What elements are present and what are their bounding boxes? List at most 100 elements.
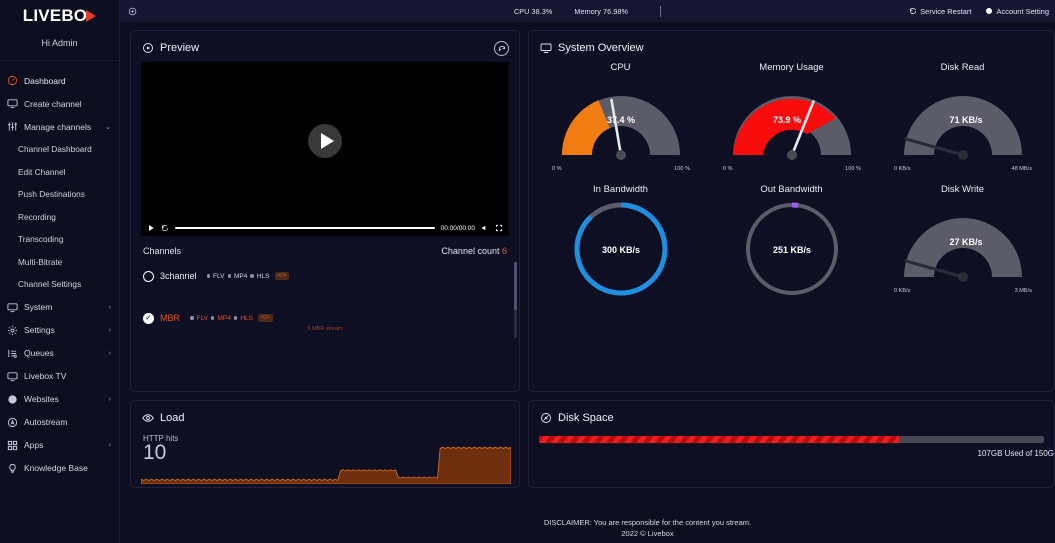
format-label: FLV [197, 315, 208, 322]
topbar-actions: Service Restart Account Setting [909, 7, 1049, 16]
sidebar-subitem-edit-channel[interactable]: Edit Channel [0, 161, 119, 184]
gauge-dial: 37.4 % 0 % 100 % [546, 75, 696, 180]
account-icon [985, 7, 993, 15]
sidebar-label: Dashboard [24, 76, 111, 86]
gauge-title: Disk Write [877, 184, 1048, 195]
gear-icon [6, 324, 19, 337]
channel-radio[interactable] [143, 271, 154, 282]
sidebar-label: Websites [24, 394, 109, 404]
cpu-stat: CPU 38.3% [514, 7, 552, 16]
gauge-dial: 27 KB/s 0 KB/s 3 MB/s [888, 197, 1038, 302]
sidebar-sublabel: Channel Dashboard [18, 144, 92, 154]
preview-header: Preview [131, 31, 519, 62]
sidebar-sublabel: Push Destinations [18, 189, 85, 199]
sidebar-subitem-multi-bitrate[interactable]: Multi-Bitrate [0, 251, 119, 274]
queue-icon [6, 347, 19, 360]
gauge-title: Memory Usage [706, 62, 877, 73]
gauge-value: 37.4 % [606, 115, 634, 125]
embed-code-button[interactable]: </> [258, 314, 273, 322]
chevron-right-icon: › [109, 396, 111, 403]
sidebar-item-system[interactable]: System › [0, 296, 119, 319]
preview-refresh-button[interactable] [494, 41, 509, 56]
autostream-icon [6, 416, 19, 429]
eye-icon [141, 411, 154, 424]
gauge-value: 251 KB/s [772, 245, 810, 255]
sidebar-subitem-push-destinations[interactable]: Push Destinations [0, 183, 119, 206]
sidebar-item-websites[interactable]: Websites › [0, 388, 119, 411]
brand-name: LIVEBO [23, 6, 88, 26]
channel-row[interactable]: 3channel FLV MP4 HLS </> [143, 264, 507, 288]
system-overview-panel: System Overview CPU 37.4 % 0 % [528, 30, 1055, 392]
chevron-right-icon: › [109, 350, 111, 357]
format-label: HLS [240, 315, 253, 322]
load-body: HTTP hits 10 [131, 432, 519, 484]
video-player[interactable] [141, 62, 509, 220]
sidebar-label: Manage channels [24, 122, 105, 132]
channel-formats: FLV MP4 HLS </> [190, 314, 273, 322]
sidebar-subitem-recording[interactable]: Recording [0, 206, 119, 229]
sidebar-item-manage-channels[interactable]: Manage channels ⌄ [0, 115, 119, 138]
sidebar-label: Create channel [24, 99, 111, 109]
disk-usage-bar [539, 436, 1044, 443]
gauge-min: 0 % [552, 166, 562, 172]
sidebar-item-settings[interactable]: Settings › [0, 319, 119, 342]
status-dot-icon [207, 274, 211, 278]
sidebar-subitem-transcoding[interactable]: Transcoding [0, 228, 119, 251]
gauge-min: 0 KB/s [894, 166, 911, 172]
sidebar-label: System [24, 302, 109, 312]
embed-code-button[interactable]: </> [275, 272, 290, 280]
sidebar-item-create-channel[interactable]: Create channel [0, 92, 119, 115]
sidebar-sublabel: Transcoding [18, 234, 63, 244]
sidebar-label: Knowledge Base [24, 463, 111, 473]
channel-name: MBR [160, 313, 180, 323]
sidebar-item-queues[interactable]: Queues › [0, 342, 119, 365]
channels-header: Channels Channel count 6 [131, 236, 519, 260]
service-restart-button[interactable]: Service Restart [909, 7, 971, 16]
brand-logo[interactable]: LIVEBO [0, 0, 119, 28]
sidebar-item-apps[interactable]: Apps › [0, 434, 119, 457]
status-dot-icon [234, 316, 238, 320]
sidebar-item-autostream[interactable]: Autostream [0, 411, 119, 434]
monitor-icon [6, 370, 19, 383]
account-settings-button[interactable]: Account Setting [985, 7, 1049, 16]
gauge-in-bandwidth: In Bandwidth 300 KB/s [535, 184, 706, 302]
load-title: Load [160, 412, 184, 424]
volume-icon[interactable] [481, 224, 489, 232]
app-root: LIVEBO Hi Admin Dashboard Create channel [0, 0, 1055, 543]
channel-count-label: Channel count [441, 246, 499, 256]
format-label: MP4 [217, 315, 230, 322]
disk-space-panel: Disk Space 107GB Used of 150G [528, 400, 1055, 488]
play-button[interactable] [147, 224, 155, 232]
channel-radio[interactable] [143, 313, 154, 324]
gauge-value: 73.9 % [772, 115, 800, 125]
monitor-icon [6, 97, 19, 110]
sidebar-label: Livebox TV [24, 371, 111, 381]
fullscreen-icon[interactable] [495, 224, 503, 232]
plus-circle-icon[interactable] [126, 5, 138, 17]
gauge-ring: 251 KB/s [717, 197, 867, 302]
replay-button[interactable] [161, 224, 169, 232]
sidebar-sublabel: Edit Channel [18, 167, 66, 177]
sidebar-item-livebox-tv[interactable]: Livebox TV [0, 365, 119, 388]
channels-heading: Channels [143, 246, 181, 256]
sidebar-item-dashboard[interactable]: Dashboard [0, 69, 119, 92]
gauge-max: 3 MB/s [1014, 288, 1032, 294]
sidebar-item-knowledge-base[interactable]: Knowledge Base [0, 457, 119, 480]
gauge-max: 100 % [845, 166, 861, 172]
sidebar-subitem-channel-settings[interactable]: Channel Settings [0, 273, 119, 296]
dashboard-content: Preview [120, 22, 1055, 543]
sidebar-subitem-channel-dashboard[interactable]: Channel Dashboard [0, 138, 119, 161]
video-play-button[interactable] [308, 124, 342, 158]
channels-scrollbar[interactable] [514, 262, 517, 338]
preview-panel: Preview [130, 30, 520, 392]
status-dot-icon [250, 274, 254, 278]
gauge-cpu: CPU 37.4 % 0 % 100 % [535, 62, 706, 180]
video-progress-bar[interactable] [175, 227, 435, 229]
gauge-min: 0 KB/s [894, 288, 911, 294]
channel-formats: FLV MP4 HLS </> [207, 272, 290, 280]
channel-count-value: 6 [502, 246, 507, 256]
gauge-min: 0 % [723, 166, 733, 172]
gauge-value: 300 KB/s [601, 245, 639, 255]
status-dot-icon [190, 316, 194, 320]
sidebar-sublabel: Multi-Bitrate [18, 257, 62, 267]
